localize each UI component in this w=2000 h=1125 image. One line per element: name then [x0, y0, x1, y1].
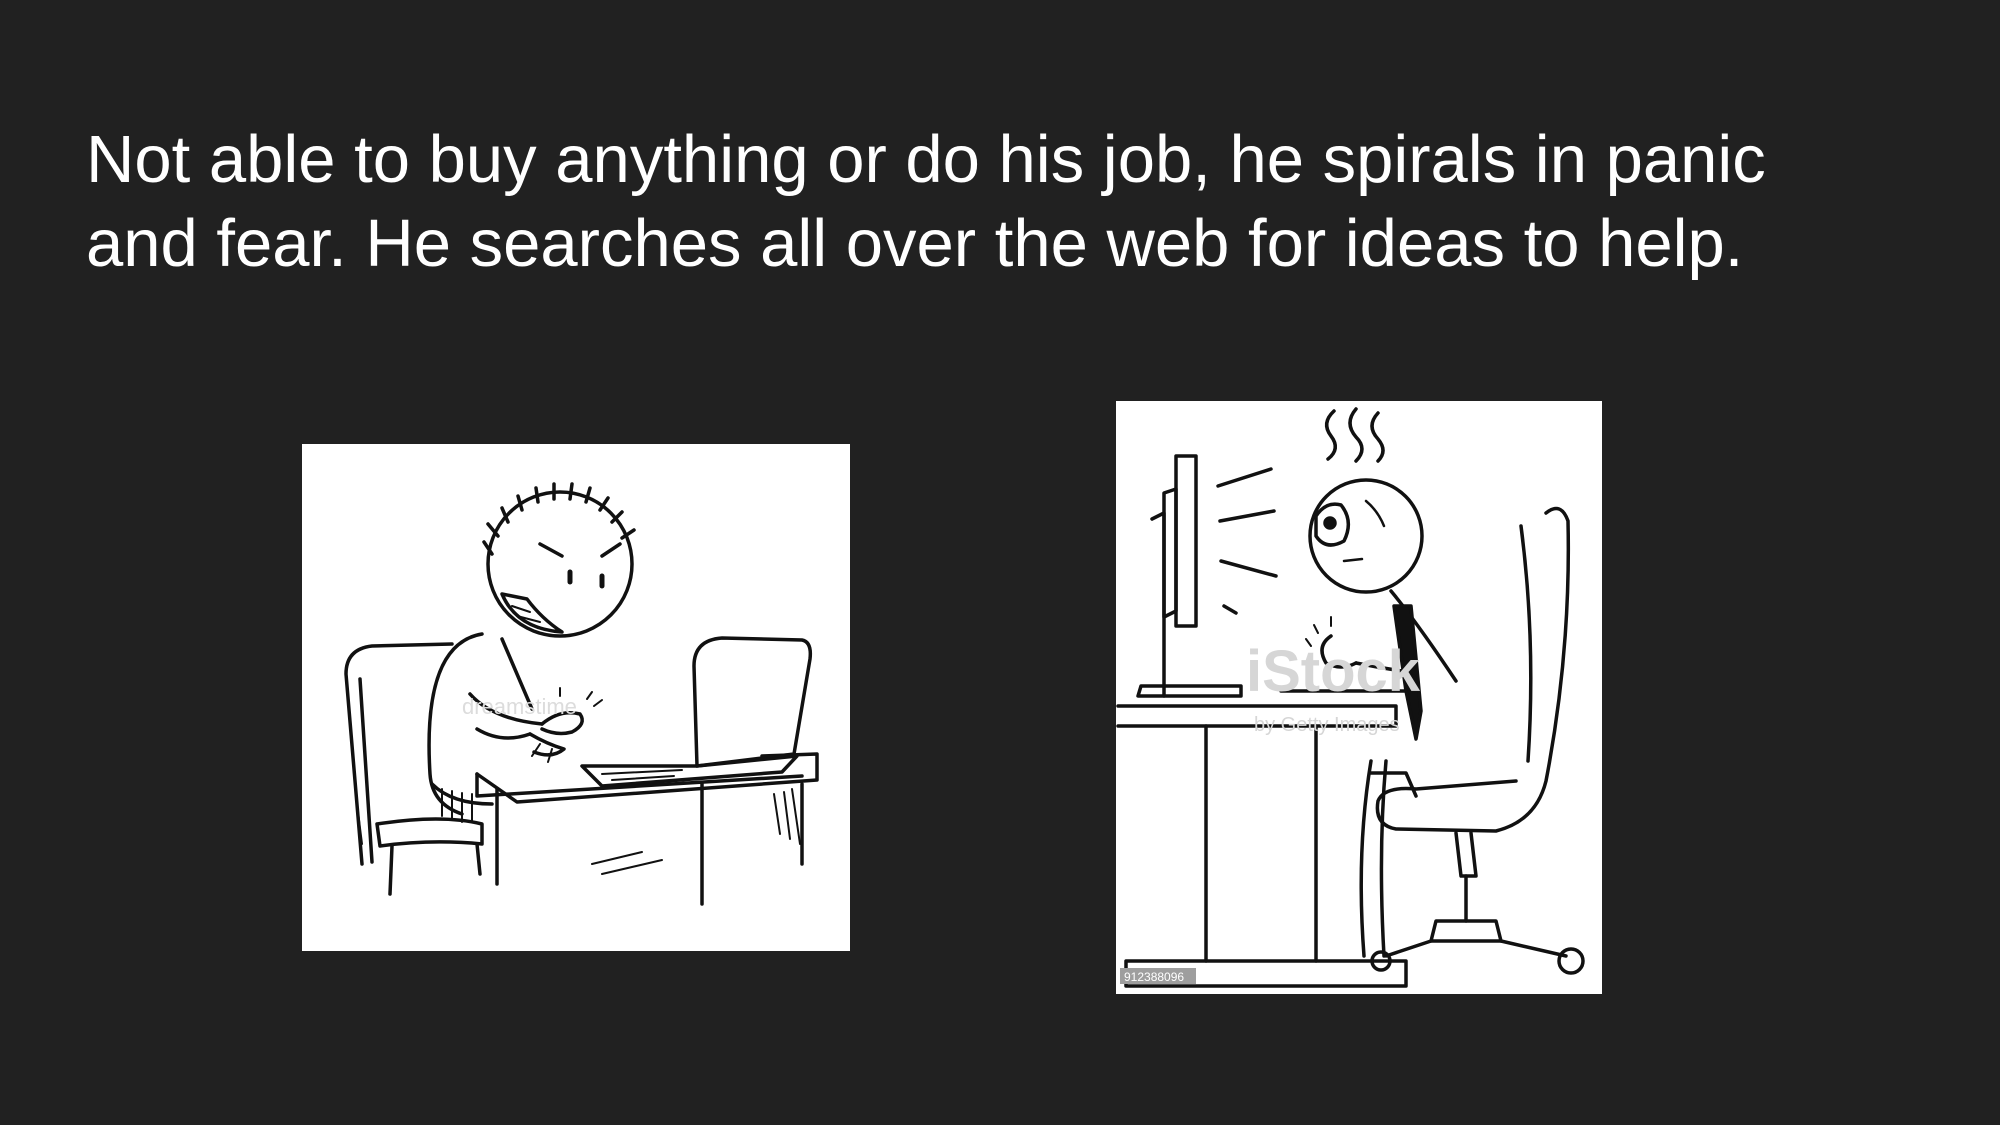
stressed-man-computer-image: iStock by Getty Images 912388096 [1116, 401, 1602, 994]
dreamstime-watermark: dreamstime [462, 694, 577, 719]
body-text-line-2: and fear. He searches all over the web f… [86, 206, 1744, 281]
slide-body-text: Not able to buy anything or do his job, … [86, 118, 1946, 286]
angry-man-laptop-image: dreamstime [302, 444, 850, 951]
istock-watermark: iStock [1246, 639, 1421, 704]
stressed-man-computer-icon: iStock by Getty Images 912388096 [1116, 407, 1585, 988]
istock-watermark-sub: by Getty Images [1254, 714, 1400, 736]
body-text-line-1: Not able to buy anything or do his job, … [86, 122, 1766, 197]
angry-man-typing-icon: dreamstime [344, 482, 819, 906]
stock-id-text: 912388096 [1124, 970, 1184, 984]
slide: Not able to buy anything or do his job, … [0, 0, 2000, 1125]
